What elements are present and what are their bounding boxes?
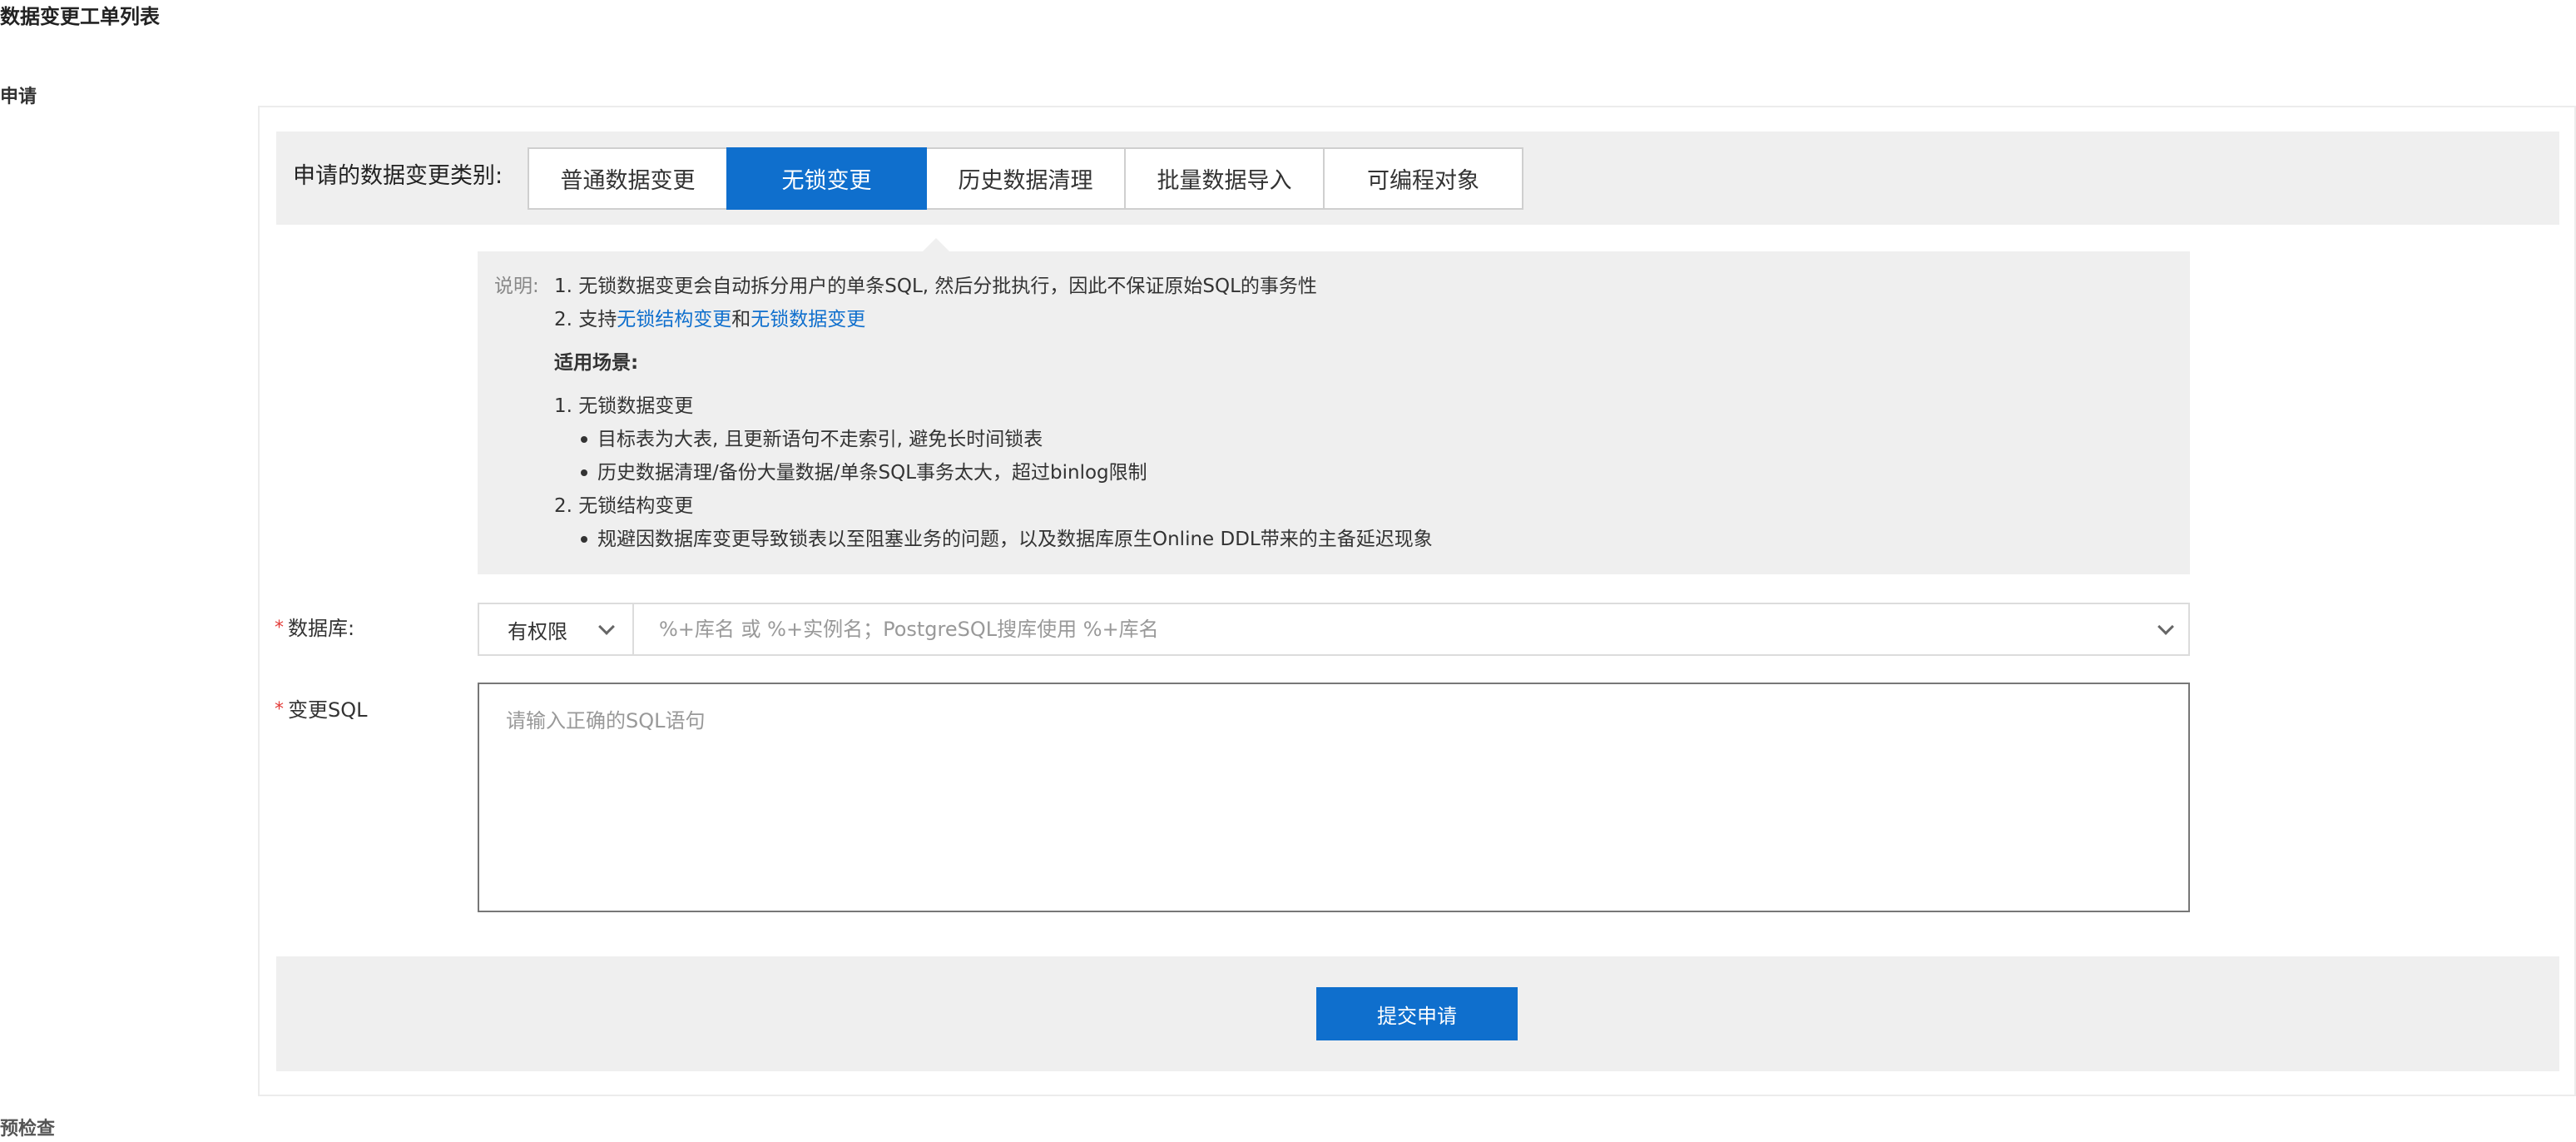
tab-programmable-objects[interactable]: 可编程对象 — [1323, 147, 1523, 210]
step-label-precheck: 预检查 — [0, 1119, 56, 1140]
database-selector: 有权限 — [478, 603, 2190, 656]
bullet-dot — [581, 536, 587, 543]
description-line-2-prefix: 2. 支持 — [554, 309, 617, 330]
scenario-1-title: 1. 无锁数据变更 — [554, 395, 694, 417]
scenario-2-title: 2. 无锁结构变更 — [554, 495, 694, 517]
description-pointer — [922, 238, 950, 252]
database-label: 数据库: — [288, 617, 355, 640]
sql-required-mark: * — [275, 699, 284, 720]
bullet-dot — [581, 469, 587, 476]
sql-label: 变更SQL — [288, 698, 368, 722]
tab-batch-import[interactable]: 批量数据导入 — [1124, 147, 1325, 210]
page-title: 数据变更工单列表 — [0, 5, 160, 28]
lockless-data-change-link[interactable]: 无锁数据变更 — [751, 309, 865, 330]
description-line-1: 1. 无锁数据变更会自动拆分用户的单条SQL, 然后分批执行，因此不保证原始SQ… — [554, 276, 1317, 297]
scenarios-title: 适用场景: — [554, 352, 639, 374]
chevron-down-icon[interactable] — [2157, 618, 2174, 635]
scenario-1-bullet-2: 历史数据清理/备份大量数据/单条SQL事务太大，超过binlog限制 — [597, 462, 1147, 484]
sql-textarea[interactable] — [478, 683, 2190, 912]
lockless-schema-change-link[interactable]: 无锁结构变更 — [617, 309, 731, 330]
step-label-apply: 申请 — [0, 87, 37, 107]
database-scope-value: 有权限 — [508, 619, 567, 643]
database-search-input[interactable] — [637, 604, 2143, 654]
bullet-dot — [581, 436, 587, 443]
database-scope-dropdown[interactable]: 有权限 — [479, 604, 634, 654]
tab-history-cleanup[interactable]: 历史数据清理 — [925, 147, 1126, 210]
change-type-tabs: 普通数据变更 无锁变更 历史数据清理 批量数据导入 可编程对象 — [528, 147, 1523, 210]
scenario-1-bullet-1: 目标表为大表, 且更新语句不走索引, 避免长时间锁表 — [597, 429, 1043, 450]
description-line-2: 2. 支持无锁结构变更和无锁数据变更 — [554, 306, 865, 333]
submit-button[interactable]: 提交申请 — [1316, 987, 1518, 1040]
tab-lockless-change[interactable]: 无锁变更 — [726, 147, 927, 210]
tab-normal-change[interactable]: 普通数据变更 — [528, 147, 728, 210]
database-required-mark: * — [275, 618, 284, 638]
scenario-2-bullet-1: 规避因数据库变更导致锁表以至阻塞业务的问题，以及数据库原生Online DDL带… — [597, 529, 1433, 550]
description-line-2-and: 和 — [731, 309, 751, 330]
change-type-label: 申请的数据变更类别: — [293, 163, 503, 189]
description-prefix: 说明: — [494, 276, 539, 297]
chevron-down-icon — [598, 618, 615, 635]
